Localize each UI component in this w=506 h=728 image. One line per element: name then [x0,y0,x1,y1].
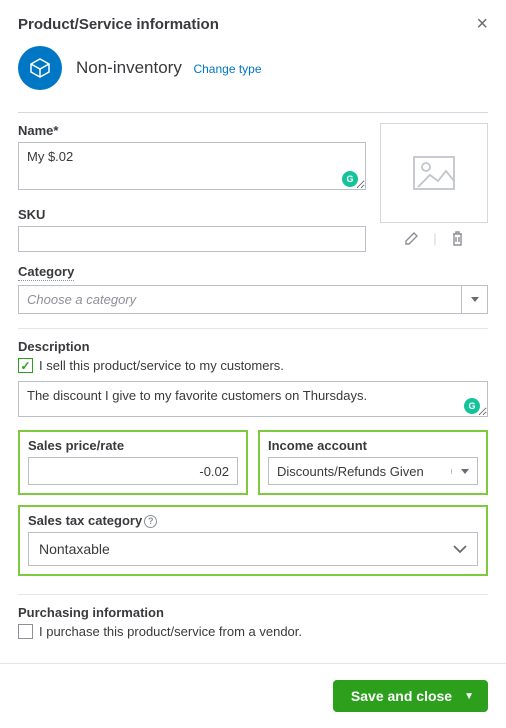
income-account-box: Income account Discounts/Refunds Given [258,430,488,495]
description-label: Description [18,339,488,354]
sales-tax-box: Sales tax category? Nontaxable [18,505,488,576]
delete-image-icon[interactable] [451,231,464,246]
purchase-checkbox-row[interactable]: I purchase this product/service from a v… [18,624,488,639]
box-icon [18,46,62,90]
name-input[interactable]: My $.02 [18,142,366,190]
image-thumbnail[interactable] [380,123,488,223]
sell-checkbox-label: I sell this product/service to my custom… [39,358,284,373]
divider [18,112,488,113]
save-and-close-button[interactable]: Save and close ▼ [333,680,488,712]
help-icon[interactable]: ? [144,515,157,528]
name-sku-row: Name* My $.02 SKU [18,123,488,252]
sell-checkbox[interactable] [18,358,33,373]
category-label: Category [18,264,488,281]
income-account-label: Income account [268,438,478,453]
category-placeholder: Choose a category [19,286,461,313]
sell-checkbox-row[interactable]: I sell this product/service to my custom… [18,358,488,373]
edit-image-icon[interactable] [404,231,419,246]
purchase-checkbox[interactable] [18,624,33,639]
chevron-down-icon[interactable]: ▼ [464,691,474,702]
image-actions: | [380,231,488,246]
name-label: Name* [18,123,366,138]
sales-tax-label: Sales tax category? [28,513,478,528]
chevron-down-icon[interactable] [451,469,477,474]
close-icon[interactable]: × [476,14,488,34]
separator: | [433,231,436,246]
modal-footer: Save and close ▼ [0,663,506,728]
purchasing-label: Purchasing information [18,605,488,620]
sales-price-label: Sales price/rate [28,438,238,453]
sku-input[interactable] [18,226,366,252]
chevron-down-icon [453,545,467,553]
divider [18,328,488,329]
sales-tax-select[interactable]: Nontaxable [28,532,478,566]
income-account-value: Discounts/Refunds Given [269,458,451,485]
product-service-modal: Product/Service information × Non-invent… [0,0,506,639]
change-type-link[interactable]: Change type [193,62,261,76]
sales-price-box: Sales price/rate [18,430,248,495]
sku-label: SKU [18,207,366,222]
sales-price-input[interactable] [28,457,238,485]
sales-tax-value: Nontaxable [39,541,110,557]
modal-header: Product/Service information × [18,14,488,34]
type-row: Non-inventory Change type [18,46,488,90]
divider [18,594,488,595]
description-input[interactable]: The discount I give to my favorite custo… [18,381,488,417]
purchase-checkbox-label: I purchase this product/service from a v… [39,624,302,639]
income-account-select[interactable]: Discounts/Refunds Given [268,457,478,485]
category-select[interactable]: Choose a category [18,285,488,314]
modal-title: Product/Service information [18,16,219,33]
type-name: Non-inventory [76,58,182,77]
chevron-down-icon[interactable] [461,286,487,313]
